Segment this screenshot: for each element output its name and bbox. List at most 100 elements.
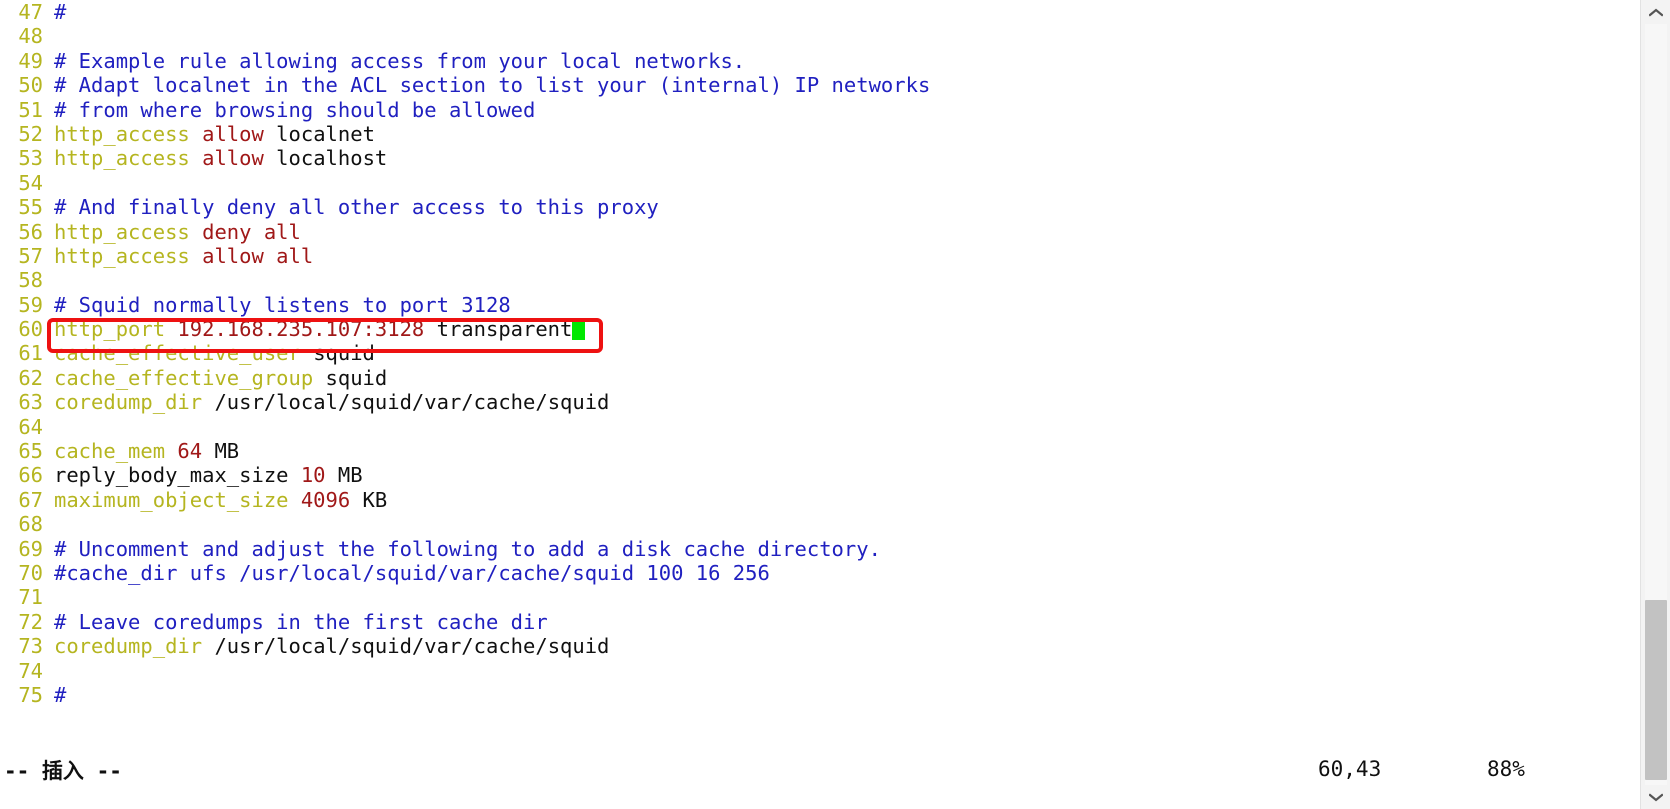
code-token: cache_effective_user (54, 341, 314, 366)
line-content (43, 512, 54, 536)
editor-line[interactable]: 62 cache_effective_group squid (0, 366, 1640, 390)
code-token: allow all (202, 243, 314, 268)
editor-line[interactable]: 52 http_access allow localnet (0, 122, 1640, 146)
editor-line[interactable]: 74 (0, 659, 1640, 683)
editor-line[interactable]: 61 cache_effective_user squid (0, 341, 1640, 365)
editor-line[interactable]: 49 # Example rule allowing access from yo… (0, 49, 1640, 73)
editor-line[interactable]: 59 # Squid normally listens to port 3128 (0, 293, 1640, 317)
line-content: # (43, 683, 66, 707)
code-token: deny all (202, 219, 301, 244)
code-token: # Example rule allowing access from your… (54, 48, 746, 73)
line-number: 61 (18, 341, 43, 366)
code-token: # Squid normally listens to port 3128 (54, 292, 511, 317)
editor-line[interactable]: 64 (0, 415, 1640, 439)
line-content: # Example rule allowing access from your… (43, 49, 745, 73)
code-token: MB (325, 463, 363, 488)
editor-line[interactable]: 73 coredump_dir /usr/local/squid/var/cach… (0, 634, 1640, 658)
status-mode-indicator: -- 插入 -- (4, 759, 122, 783)
editor-line[interactable]: 68 (0, 512, 1640, 536)
line-number: 65 (18, 439, 43, 464)
editor-line[interactable]: 72 # Leave coredumps in the first cache d… (0, 610, 1640, 634)
line-number: 60 (18, 317, 43, 342)
editor-line[interactable]: 56 http_access deny all (0, 220, 1640, 244)
line-number: 49 (18, 48, 43, 73)
editor-line[interactable]: 63 coredump_dir /usr/local/squid/var/cach… (0, 390, 1640, 414)
editor-line[interactable]: 53 http_access allow localhost (0, 146, 1640, 170)
editor-line[interactable]: 57 http_access allow all (0, 244, 1640, 268)
code-token: 4096 (300, 487, 351, 512)
code-token: # (54, 0, 67, 24)
line-content (43, 24, 54, 48)
line-content: # from where browsing should be allowed (43, 98, 535, 122)
line-content: #cache_dir ufs /usr/local/squid/var/cach… (43, 561, 770, 585)
line-number: 71 (18, 585, 43, 610)
editor-line[interactable]: 70 #cache_dir ufs /usr/local/squid/var/ca… (0, 561, 1640, 585)
editor-line[interactable]: 60 http_port 192.168.235.107:3128 transpa… (0, 317, 1640, 341)
code-token: 64 (177, 439, 203, 464)
code-token: # And finally deny all other access to t… (54, 195, 659, 220)
code-token: http_access (54, 146, 203, 171)
vertical-scrollbar[interactable] (1640, 0, 1670, 809)
line-content: http_access allow localhost (43, 146, 387, 170)
code-token: http_access (54, 219, 203, 244)
editor-line[interactable]: 48 (0, 24, 1640, 48)
line-number: 57 (18, 243, 43, 268)
editor-line[interactable]: 69 # Uncomment and adjust the following t… (0, 537, 1640, 561)
line-number: 63 (18, 390, 43, 415)
line-number: 64 (18, 414, 43, 439)
code-token: coredump_dir (54, 634, 215, 659)
status-cursor-position: 60,43 (1318, 757, 1382, 781)
line-content: cache_effective_user squid (43, 341, 375, 365)
code-token: 192.168.235.107:3128 (177, 317, 425, 342)
editor-line[interactable]: 50 # Adapt localnet in the ACL section to… (0, 73, 1640, 97)
line-number: 54 (18, 170, 43, 195)
code-token: MB (202, 439, 240, 464)
editor-line[interactable]: 47 # (0, 0, 1640, 24)
code-token: # Leave coredumps in the first cache dir (54, 609, 548, 634)
code-token: cache_effective_group (54, 365, 326, 390)
code-token: transparent (424, 317, 573, 342)
editor-line[interactable]: 55 # And finally deny all other access to… (0, 195, 1640, 219)
line-content: # Uncomment and adjust the following to … (43, 537, 881, 561)
line-number: 69 (18, 536, 43, 561)
line-number: 68 (18, 512, 43, 537)
editor-line[interactable]: 75 # (0, 683, 1640, 707)
line-content: http_access deny all (43, 220, 301, 244)
line-content: http_access allow localnet (43, 122, 375, 146)
line-content: # Leave coredumps in the first cache dir (43, 610, 548, 634)
line-number: 47 (18, 0, 43, 24)
code-token: http_port (54, 317, 178, 342)
vim-status-bar: -- 插入 -- 60,43 88% (0, 745, 1640, 809)
editor-line[interactable]: 58 (0, 268, 1640, 292)
editor-text-area[interactable]: 47 #48 49 # Example rule allowing access fr… (0, 0, 1640, 745)
text-cursor (572, 319, 586, 341)
line-number: 53 (18, 146, 43, 171)
line-content: # And finally deny all other access to t… (43, 195, 659, 219)
chevron-up-icon[interactable] (1641, 0, 1670, 24)
editor-line[interactable]: 67 maximum_object_size 4096 KB (0, 488, 1640, 512)
code-token: reply_body_max_size (54, 463, 301, 488)
line-number: 66 (18, 463, 43, 488)
code-token: http_access (54, 243, 203, 268)
editor-line[interactable]: 71 (0, 585, 1640, 609)
line-content (43, 585, 54, 609)
code-token: localnet (263, 121, 375, 146)
line-content: # Squid normally listens to port 3128 (43, 293, 511, 317)
editor-line[interactable]: 66 reply_body_max_size 10 MB (0, 463, 1640, 487)
editor-line[interactable]: 54 (0, 171, 1640, 195)
chevron-down-icon[interactable] (1641, 785, 1670, 809)
line-number: 75 (18, 682, 43, 707)
scrollbar-thumb[interactable] (1645, 600, 1667, 780)
line-number: 72 (18, 609, 43, 634)
vim-editor-window: 47 #48 49 # Example rule allowing access fr… (0, 0, 1670, 809)
code-token: maximum_object_size (54, 487, 301, 512)
line-number: 51 (18, 97, 43, 122)
code-token: /usr/local/squid/var/cache/squid (214, 390, 610, 415)
code-token: coredump_dir (54, 390, 215, 415)
status-file-percent: 88% (1487, 757, 1525, 781)
line-content: # (43, 0, 66, 24)
line-content: coredump_dir /usr/local/squid/var/cache/… (43, 390, 609, 414)
editor-line[interactable]: 65 cache_mem 64 MB (0, 439, 1640, 463)
line-content (43, 415, 54, 439)
editor-line[interactable]: 51 # from where browsing should be allowe… (0, 98, 1640, 122)
